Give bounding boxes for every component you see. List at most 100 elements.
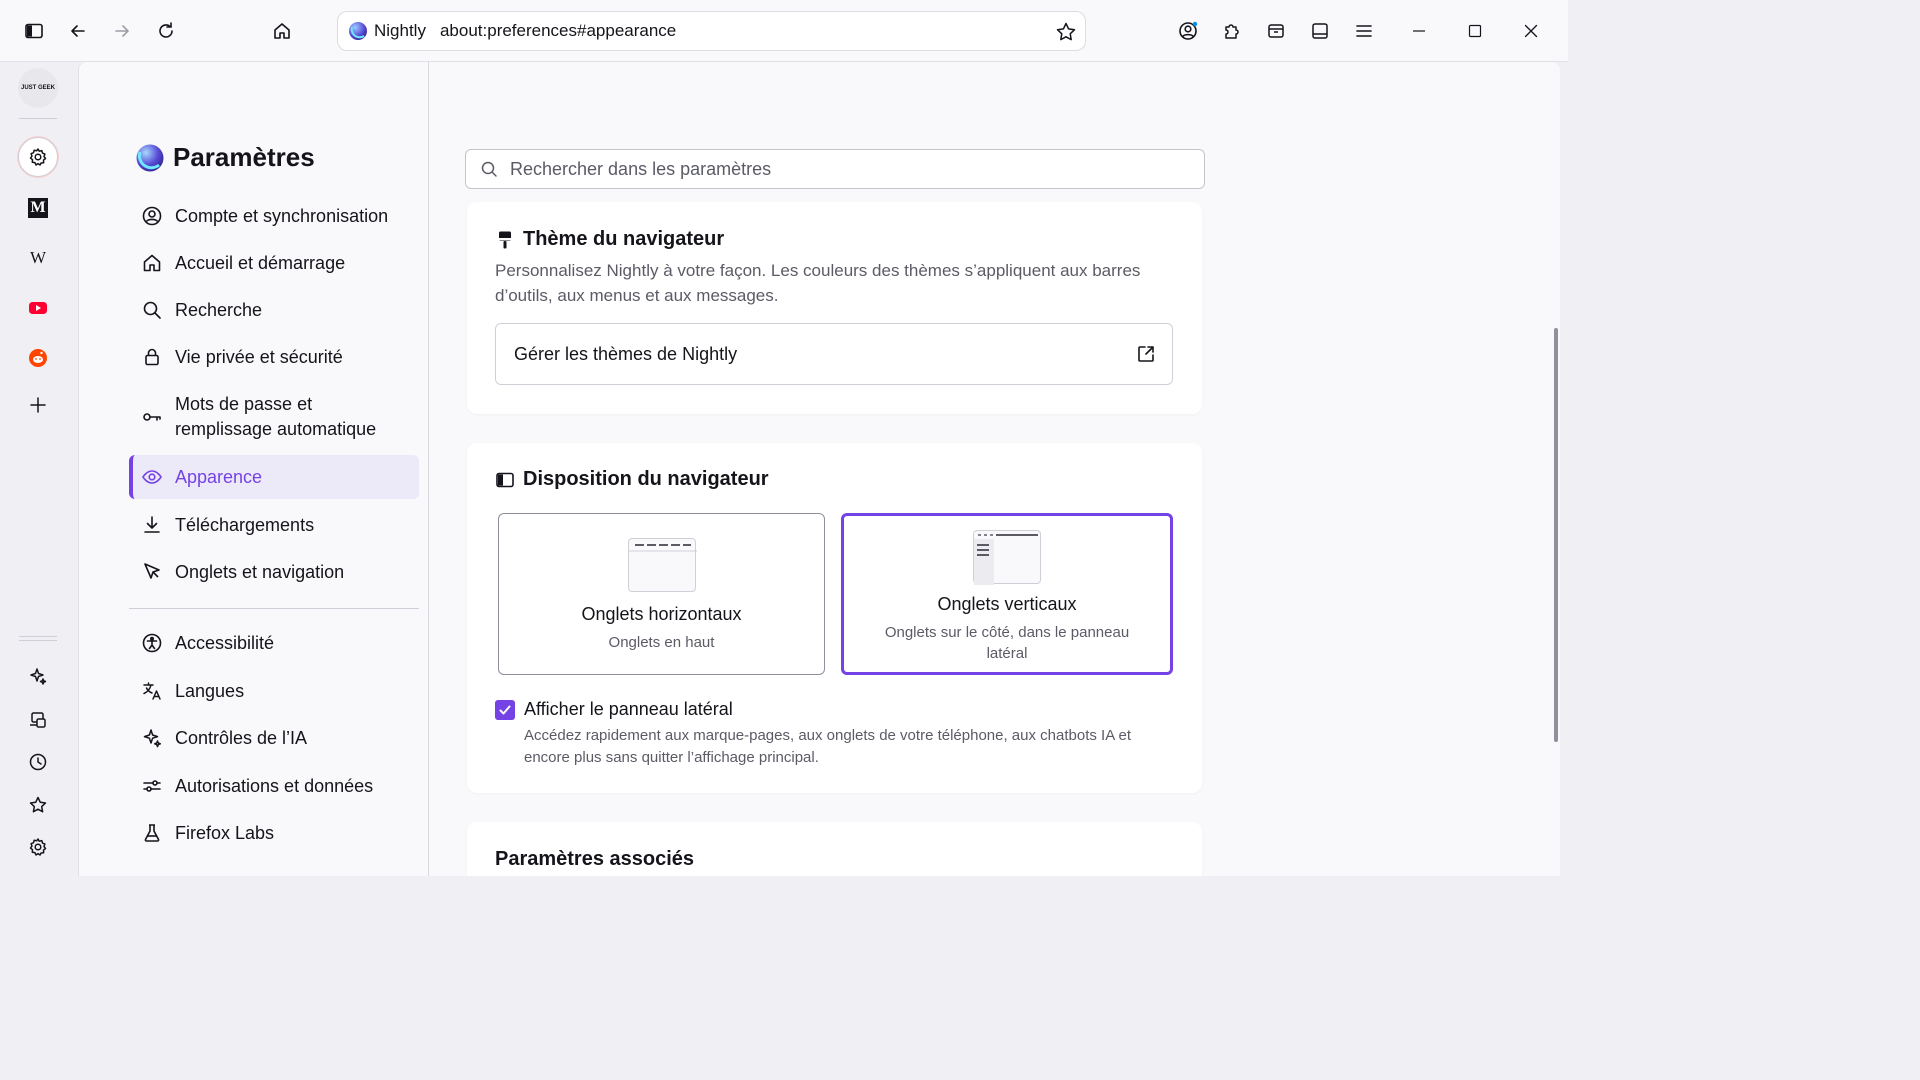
rail-bookmarks[interactable]	[18, 785, 58, 825]
download-icon	[141, 514, 163, 536]
layout-heading: Disposition du navigateur	[495, 468, 769, 491]
layout-option-vertical[interactable]: Onglets verticaux Onglets sur le côté, d…	[841, 513, 1173, 675]
search-placeholder: Rechercher dans les paramètres	[510, 158, 772, 179]
url-bar[interactable]: Nightly about:preferences#appearance	[337, 11, 1086, 51]
rail-youtube[interactable]	[18, 288, 58, 328]
category-tabs[interactable]: Onglets et navigation	[129, 550, 419, 594]
back-button[interactable]	[62, 15, 94, 47]
sidebar-toggle-button[interactable]	[18, 15, 50, 47]
category-nav: Paramètres Compte et synchronisation Acc…	[79, 62, 429, 876]
rail-history[interactable]	[18, 742, 58, 782]
forward-button[interactable]	[106, 15, 138, 47]
category-sync[interactable]: Compte et synchronisation	[129, 194, 419, 238]
layout-option-horizontal[interactable]: Onglets horizontaux Onglets en haut	[498, 513, 825, 675]
close-icon	[1523, 23, 1539, 39]
category-search[interactable]: Recherche	[129, 288, 419, 332]
rail-add-button[interactable]	[18, 385, 58, 425]
sidebar-icon	[24, 21, 44, 41]
star-icon	[28, 795, 48, 815]
rail-ai-chatbot[interactable]	[18, 656, 58, 696]
clock-icon	[28, 752, 48, 772]
split-view-button[interactable]	[1304, 15, 1336, 47]
home-button[interactable]	[266, 15, 298, 47]
category-passwords[interactable]: Mots de passe et remplissage automatique	[129, 387, 419, 447]
maximize-icon	[1467, 23, 1483, 39]
category-separator	[129, 608, 419, 609]
manage-themes-link[interactable]: Gérer les thèmes de Nightly	[495, 323, 1173, 385]
rail-wikipedia[interactable]: W	[18, 238, 58, 278]
hamburger-menu-icon	[1354, 21, 1374, 41]
arrow-right-icon	[112, 21, 132, 41]
theme-description: Personnalisez Nightly à votre façon. Les…	[495, 261, 1141, 305]
bookmark-star-icon[interactable]	[1055, 21, 1077, 43]
url-bar-brand: Nightly	[374, 21, 426, 40]
puzzle-icon	[1222, 21, 1242, 41]
arrow-left-icon	[68, 21, 88, 41]
browser-toolbar: Nightly about:preferences#appearance	[0, 0, 1568, 62]
accessibility-icon	[141, 632, 163, 654]
archive-icon	[1266, 21, 1286, 41]
category-firefox-labs[interactable]: Firefox Labs	[129, 811, 419, 855]
category-home[interactable]: Accueil et démarrage	[129, 241, 419, 285]
key-icon	[141, 406, 163, 428]
show-sidebar-description: Accédez rapidement aux marque-pages, aux…	[524, 727, 1132, 766]
tab-groups-button[interactable]	[1260, 15, 1292, 47]
category-ai-controls[interactable]: Contrôles de l’IA	[129, 716, 419, 760]
browser-theme-card: Thème du navigateur Personnalisez Nightl…	[467, 202, 1202, 414]
category-accessibility[interactable]: Accessibilité	[129, 621, 419, 665]
home-icon	[141, 252, 163, 274]
paintbrush-icon	[495, 230, 515, 250]
gear-icon	[28, 147, 48, 167]
wikipedia-favicon: W	[29, 248, 47, 267]
translate-icon	[141, 680, 163, 702]
panel-icon	[1310, 21, 1330, 41]
settings-search-input[interactable]: Rechercher dans les paramètres	[465, 149, 1205, 189]
flask-icon	[141, 822, 163, 844]
related-settings-card: Paramètres associés	[467, 822, 1202, 876]
account-icon	[141, 205, 163, 227]
minimize-button[interactable]	[1403, 15, 1435, 47]
gear-icon	[28, 837, 48, 857]
sidebar-rail: JUST GEEK M W	[8, 62, 70, 876]
minimize-icon	[1411, 23, 1427, 39]
synced-tabs-icon	[28, 710, 48, 730]
rail-separator	[19, 636, 57, 637]
close-window-button[interactable]	[1515, 15, 1547, 47]
horizontal-tabs-preview	[627, 538, 697, 592]
reddit-icon	[28, 348, 48, 368]
category-permissions[interactable]: Autorisations et données	[129, 764, 419, 808]
search-icon	[141, 299, 163, 321]
rail-settings[interactable]	[18, 137, 58, 177]
account-button[interactable]	[1172, 15, 1204, 47]
sparkle-icon	[141, 727, 163, 749]
maximize-button[interactable]	[1459, 15, 1491, 47]
browser-layout-card: Disposition du navigateur Onglets horizo…	[467, 443, 1202, 793]
sparkle-icon	[28, 666, 48, 686]
show-sidebar-checkbox-row[interactable]: Afficher le panneau latéral	[495, 699, 733, 720]
rail-synced-tabs[interactable]	[18, 700, 58, 740]
page-scrollbar[interactable]	[1554, 328, 1558, 742]
app-menu-button[interactable]	[1348, 15, 1380, 47]
cursor-icon	[141, 561, 163, 583]
category-downloads[interactable]: Téléchargements	[129, 503, 419, 547]
show-sidebar-checkbox[interactable]	[495, 699, 515, 720]
rail-customize[interactable]	[18, 827, 58, 867]
plus-icon	[28, 395, 48, 415]
justgeek-favicon: JUST GEEK	[20, 85, 55, 91]
category-appearance[interactable]: Apparence	[129, 455, 419, 499]
search-icon	[480, 160, 498, 178]
rail-separator	[19, 118, 57, 119]
extensions-button[interactable]	[1216, 15, 1248, 47]
rail-reddit[interactable]	[18, 338, 58, 378]
rail-le-monde[interactable]: M	[18, 188, 58, 228]
rail-justgeek[interactable]: JUST GEEK	[18, 68, 58, 108]
url-text[interactable]: about:preferences#appearance	[440, 21, 676, 41]
page-title: Paramètres	[135, 142, 315, 173]
lock-icon	[141, 346, 163, 368]
preferences-page: Paramètres Compte et synchronisation Acc…	[78, 62, 1560, 876]
category-privacy[interactable]: Vie privée et sécurité	[129, 335, 419, 379]
reload-button[interactable]	[150, 15, 182, 47]
category-languages[interactable]: Langues	[129, 669, 419, 713]
sidebar-layout-icon	[495, 470, 515, 490]
show-sidebar-label: Afficher le panneau latéral	[524, 699, 733, 719]
